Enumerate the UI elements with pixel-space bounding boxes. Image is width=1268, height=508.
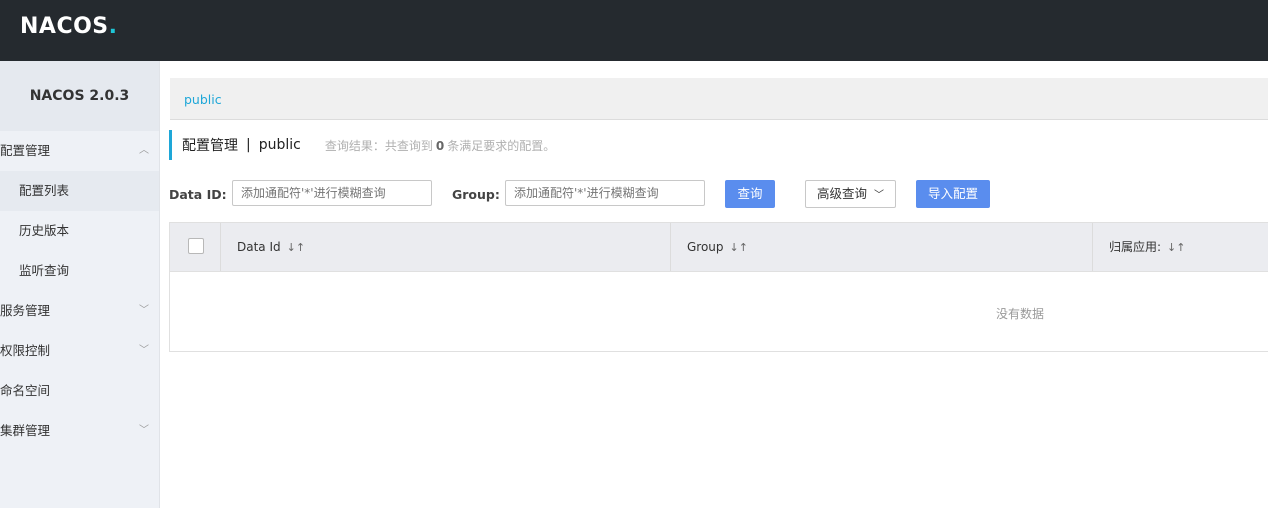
page-header: 配置管理 | public 查询结果：共查询到 0 条满足要求的配置。 bbox=[169, 130, 555, 160]
menu-label: 配置管理 bbox=[0, 143, 51, 158]
group-label: Group: bbox=[452, 187, 500, 202]
top-navbar: NACOS. bbox=[0, 0, 1268, 61]
data-id-label: Data ID: bbox=[169, 187, 227, 202]
select-all-cell bbox=[170, 223, 221, 271]
chevron-down-icon: ﹀ bbox=[139, 425, 149, 436]
submenu-config-list[interactable]: 配置列表 bbox=[0, 171, 159, 211]
query-result-text: 查询结果：共查询到 0 条满足要求的配置。 bbox=[325, 137, 555, 154]
title-separator: | bbox=[246, 137, 251, 153]
data-id-input[interactable] bbox=[232, 180, 432, 206]
chevron-down-icon: ﹀ bbox=[139, 305, 149, 316]
empty-state-text: 没有数据 bbox=[996, 307, 1045, 321]
column-app[interactable]: 归属应用: ↓↑ bbox=[1093, 223, 1268, 271]
query-button[interactable]: 查询 bbox=[725, 180, 775, 208]
column-group[interactable]: Group ↓↑ bbox=[671, 223, 1093, 271]
result-suffix: 条满足要求的配置。 bbox=[447, 138, 556, 153]
nacos-logo[interactable]: NACOS. bbox=[20, 14, 118, 39]
import-config-button[interactable]: 导入配置 bbox=[916, 180, 990, 208]
config-table: Data Id ↓↑ Group ↓↑ 归属应用: ↓↑ 没有数据 bbox=[169, 222, 1268, 352]
column-label: Data Id bbox=[237, 240, 281, 254]
sidebar: NACOS 2.0.3 配置管理 ︿ 配置列表 历史版本 监听查询 服务管理 ﹀… bbox=[0, 61, 160, 508]
logo-text: NACOS bbox=[20, 14, 109, 39]
namespace-link-public[interactable]: public bbox=[184, 92, 222, 107]
sort-icon[interactable]: ↓↑ bbox=[1167, 241, 1185, 254]
sidebar-title: NACOS 2.0.3 bbox=[0, 61, 159, 131]
menu-cluster-management[interactable]: 集群管理 ﹀ bbox=[0, 411, 159, 451]
sort-icon[interactable]: ↓↑ bbox=[730, 241, 748, 254]
chevron-down-icon: ﹀ bbox=[874, 190, 884, 201]
advanced-query-label: 高级查询 bbox=[817, 186, 868, 201]
column-data-id[interactable]: Data Id ↓↑ bbox=[221, 223, 671, 271]
menu-namespace[interactable]: 命名空间 bbox=[0, 371, 159, 411]
namespace-bar: public bbox=[170, 78, 1268, 120]
group-input[interactable] bbox=[505, 180, 705, 206]
menu-label: 集群管理 bbox=[0, 423, 51, 438]
chevron-down-icon: ﹀ bbox=[139, 345, 149, 356]
submenu-listener-query[interactable]: 监听查询 bbox=[0, 251, 159, 291]
sort-icon[interactable]: ↓↑ bbox=[287, 241, 305, 254]
column-label: 归属应用: bbox=[1109, 240, 1162, 254]
table-header: Data Id ↓↑ Group ↓↑ 归属应用: ↓↑ bbox=[170, 223, 1268, 272]
menu-config-management[interactable]: 配置管理 ︿ bbox=[0, 131, 159, 171]
advanced-query-button[interactable]: 高级查询 ﹀ bbox=[805, 180, 896, 208]
result-prefix: 查询结果：共查询到 bbox=[324, 138, 433, 153]
logo-dot: . bbox=[108, 14, 118, 39]
menu-service-management[interactable]: 服务管理 ﹀ bbox=[0, 291, 159, 331]
result-count: 0 bbox=[435, 138, 445, 153]
menu-permission-control[interactable]: 权限控制 ﹀ bbox=[0, 331, 159, 371]
submenu-history-version[interactable]: 历史版本 bbox=[0, 211, 159, 251]
menu-label: 命名空间 bbox=[0, 383, 51, 398]
page-title: 配置管理 bbox=[182, 138, 238, 154]
select-all-checkbox[interactable] bbox=[188, 238, 204, 254]
page-namespace: public bbox=[258, 137, 301, 153]
column-label: Group bbox=[687, 240, 724, 254]
menu-label: 权限控制 bbox=[0, 343, 51, 358]
chevron-up-icon: ︿ bbox=[139, 145, 149, 156]
menu-label: 服务管理 bbox=[0, 303, 51, 318]
